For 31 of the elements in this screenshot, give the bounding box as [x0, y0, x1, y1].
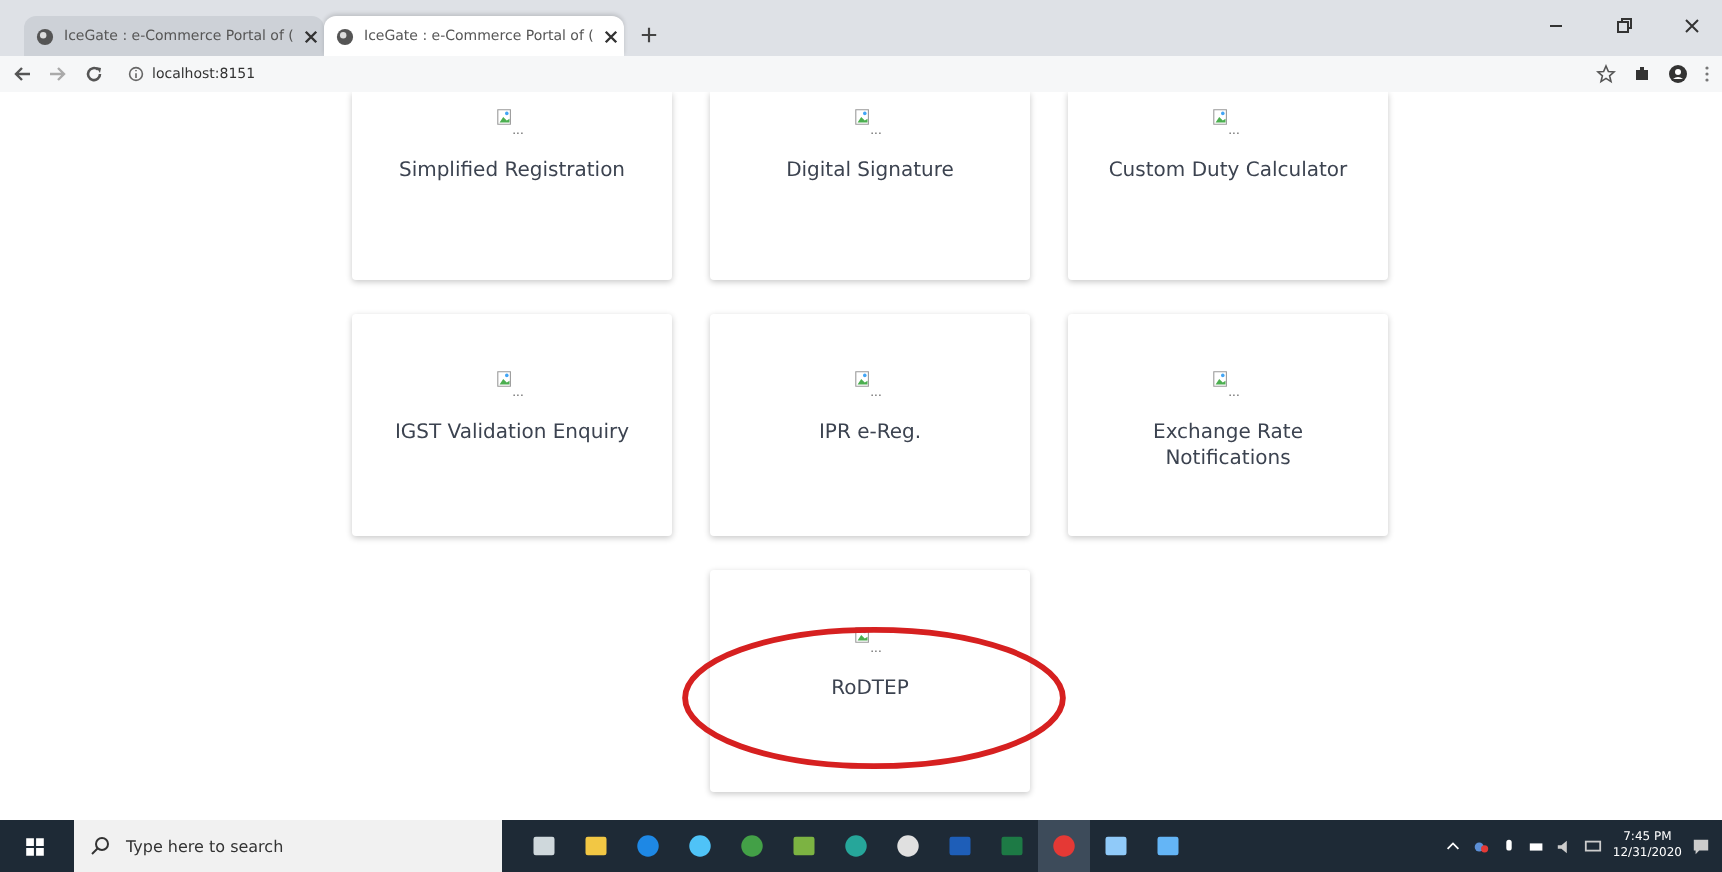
restore-icon[interactable]: [1614, 16, 1634, 36]
battery-icon[interactable]: [1528, 837, 1547, 855]
notification-icon[interactable]: [1692, 837, 1710, 855]
broken-image-icon: [1211, 108, 1229, 126]
close-icon[interactable]: [603, 29, 618, 43]
broken-image-icon: [1211, 370, 1229, 388]
info-icon: [128, 66, 144, 82]
card-title: RoDTEP: [829, 676, 911, 702]
card-title: Custom Duty Calculator: [1106, 158, 1350, 184]
menu-icon[interactable]: [1704, 64, 1710, 84]
search-icon: [90, 836, 110, 856]
close-icon[interactable]: [1682, 16, 1702, 36]
monitor-icon[interactable]: [1584, 837, 1603, 855]
broken-image-icon: [853, 370, 871, 388]
close-icon[interactable]: [303, 29, 318, 43]
card-title: Exchange Rate Notifications: [1151, 420, 1305, 472]
reload-icon[interactable]: [84, 64, 104, 84]
taskbar-search-field[interactable]: Type here to search: [74, 820, 502, 872]
windows-icon[interactable]: [24, 835, 46, 857]
new-tab-icon[interactable]: [640, 26, 658, 44]
card-title: Simplified Registration: [396, 158, 628, 184]
broken-image-icon: [495, 108, 513, 126]
card-title: IGST Validation Enquiry: [392, 420, 632, 446]
card-title: Digital Signature: [784, 158, 956, 184]
back-icon[interactable]: [12, 64, 32, 84]
chevron-up-icon[interactable]: [1444, 837, 1463, 855]
card-title: IPR e-Reg.: [816, 420, 924, 446]
star-icon[interactable]: [1596, 64, 1616, 84]
broken-image-icon: [853, 108, 871, 126]
profile-icon[interactable]: [1668, 64, 1688, 84]
broken-image-icon: [495, 370, 513, 388]
